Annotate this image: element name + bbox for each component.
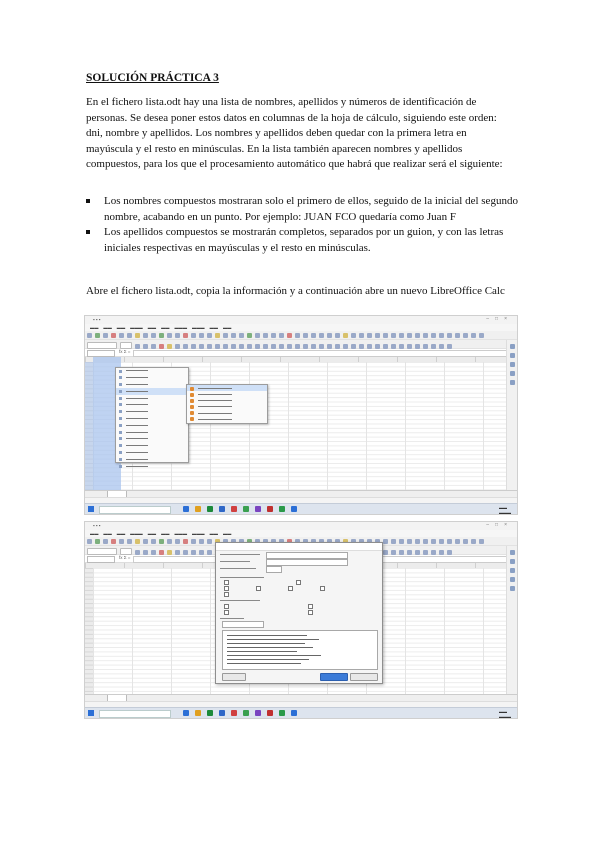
ok-button[interactable] bbox=[320, 673, 348, 681]
bullet-list: Los nombres compuestos mostraran solo el… bbox=[86, 194, 522, 256]
taskbar-search bbox=[99, 710, 171, 718]
windows-taskbar: ▬▬ ▬▬▬ bbox=[85, 707, 517, 718]
row-header-highlight bbox=[85, 362, 93, 490]
sidebar-deck bbox=[506, 546, 517, 694]
cancel-button[interactable] bbox=[350, 673, 378, 681]
paste-special-submenu bbox=[186, 384, 268, 424]
taskbar-clock: ▬▬ ▬▬▬ bbox=[499, 709, 511, 719]
from-row-field[interactable] bbox=[266, 566, 282, 573]
taskbar-search bbox=[99, 506, 171, 514]
special-numbers-checkbox[interactable] bbox=[308, 604, 313, 609]
windows-start-icon bbox=[88, 506, 94, 512]
taskbar-clock: ▬▬ ▬▬▬ bbox=[499, 505, 511, 515]
screenshot-text-import-dialog: ▪ ▪ ▪ –□× ▬▬ ▬▬ ▬▬ ▬▬▬ ▬▬ ▬▬ ▬▬▬ ▬▬▬ ▬▬ ▬▬ fx Σ = bbox=[84, 521, 518, 719]
space-checkbox[interactable] bbox=[320, 586, 325, 591]
quoted-field-checkbox[interactable] bbox=[224, 604, 229, 609]
toolbar-standard bbox=[85, 331, 517, 340]
window-titlebar: ▪ ▪ ▪ –□× bbox=[85, 316, 517, 324]
skip-empty-checkbox[interactable] bbox=[308, 610, 313, 615]
help-button[interactable] bbox=[222, 673, 246, 681]
bullet-icon bbox=[86, 199, 90, 203]
menu-bar: ▬▬ ▬▬ ▬▬ ▬▬▬ ▬▬ ▬▬ ▬▬▬ ▬▬▬ ▬▬ ▬▬ bbox=[85, 530, 517, 537]
sidebar-deck bbox=[506, 340, 517, 490]
list-item: Los apellidos compuestos se mostrarán co… bbox=[86, 225, 522, 256]
semicolon-checkbox[interactable] bbox=[288, 586, 293, 591]
document-page: SOLUCIÓN PRÁCTICA 3 En el fichero lista.… bbox=[0, 0, 599, 848]
text-import-dialog bbox=[215, 542, 383, 684]
column-type-select[interactable] bbox=[222, 621, 264, 628]
formulas-checkbox[interactable] bbox=[224, 610, 229, 615]
formula-bar: fx Σ = bbox=[85, 349, 517, 357]
toolbar-formatting bbox=[85, 340, 517, 349]
windows-taskbar: ▬▬ ▬▬▬ bbox=[85, 503, 517, 514]
separated-by-radio[interactable] bbox=[296, 580, 301, 585]
window-titlebar: ▪ ▪ ▪ –□× bbox=[85, 522, 517, 530]
bullet-icon bbox=[86, 230, 90, 235]
page-title: SOLUCIÓN PRÁCTICA 3 bbox=[86, 72, 219, 84]
closing-paragraph: Abre el fichero lista.odt, copia la info… bbox=[86, 285, 505, 297]
comma-checkbox[interactable] bbox=[256, 586, 261, 591]
fixed-width-radio[interactable] bbox=[224, 580, 229, 585]
screenshot-calc-context-menu: ▪ ▪ ▪ –□× ▬▬ ▬▬ ▬▬ ▬▬▬ ▬▬ ▬▬ ▬▬▬ ▬▬▬ ▬▬ ▬▬ fx Σ = bbox=[84, 315, 518, 515]
windows-start-icon bbox=[88, 710, 94, 716]
tab-checkbox[interactable] bbox=[224, 586, 229, 591]
import-preview bbox=[222, 630, 378, 670]
dialog-titlebar bbox=[216, 543, 382, 551]
charset-select[interactable] bbox=[266, 552, 348, 559]
intro-paragraph: En el fichero lista.odt hay una lista de… bbox=[86, 96, 503, 171]
merge-delimiters-checkbox[interactable] bbox=[224, 592, 229, 597]
list-item: Los nombres compuestos mostraran solo el… bbox=[86, 194, 522, 225]
language-select[interactable] bbox=[266, 559, 348, 566]
menu-bar: ▬▬ ▬▬ ▬▬ ▬▬▬ ▬▬ ▬▬ ▬▬▬ ▬▬▬ ▬▬ ▬▬ bbox=[85, 324, 517, 331]
context-menu bbox=[115, 367, 189, 468]
